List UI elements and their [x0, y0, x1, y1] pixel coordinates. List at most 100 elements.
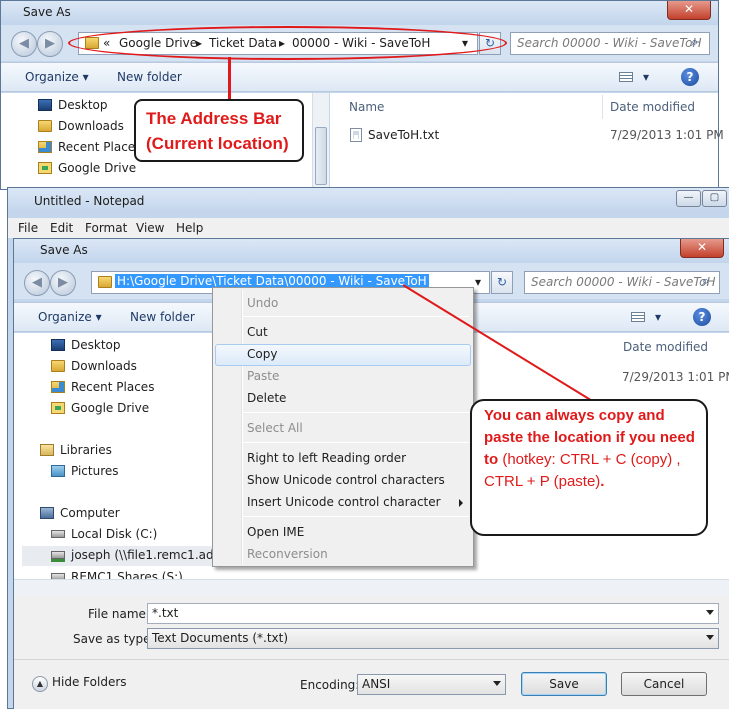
top-help-icon[interactable]: ? — [681, 68, 699, 86]
menu-format[interactable]: Format — [85, 221, 127, 235]
address-text-selected[interactable]: H:\Google Drive\Ticket Data\00000 - Wiki… — [115, 274, 429, 288]
top-organize-button[interactable]: Organize ▾ — [25, 70, 89, 84]
views-dropdown-icon[interactable]: ▾ — [655, 310, 661, 324]
menu-view[interactable]: View — [136, 221, 164, 235]
cancel-button[interactable]: Cancel — [621, 672, 707, 696]
top-search-input[interactable]: Search 00000 - Wiki - SaveToH — [510, 32, 710, 55]
context-menu-copy[interactable]: Copy — [247, 347, 277, 361]
nav-label: Computer — [60, 506, 120, 520]
context-menu-delete[interactable]: Delete — [247, 391, 286, 405]
context-menu-insert-unicode[interactable]: Insert Unicode control character — [247, 495, 441, 509]
menu-help[interactable]: Help — [176, 221, 203, 235]
hide-folders-button[interactable]: ▲ Hide Folders — [32, 675, 127, 692]
network-drive-icon — [51, 551, 65, 559]
top-column-divider — [602, 95, 603, 119]
nav-item-recent-places[interactable]: Recent Places — [51, 380, 154, 394]
file-name-dropdown-icon[interactable] — [706, 610, 714, 615]
nav-item-downloads[interactable]: Downloads — [51, 359, 137, 373]
file-name-input[interactable]: *.txt — [147, 603, 719, 624]
nav-label: Local Disk (C:) — [71, 527, 158, 541]
computer-icon — [40, 507, 54, 519]
google-drive-icon — [38, 162, 52, 174]
search-input[interactable]: Search 00000 - Wiki - SaveToH — [524, 271, 720, 294]
desktop-icon — [51, 339, 65, 351]
top-file-row[interactable]: SaveToH.txt — [350, 128, 439, 142]
forward-icon[interactable]: ▶ — [50, 270, 76, 296]
hide-folders-label: Hide Folders — [52, 675, 127, 689]
copy-paste-callout-hotkeys: (hotkey: CTRL + C (copy) , CTRL + P (pas… — [484, 451, 681, 490]
recent-places-icon — [38, 141, 52, 153]
recent-places-icon — [51, 381, 65, 393]
top-nav-scrollbar-thumb[interactable] — [315, 127, 327, 185]
notepad-maximize-button[interactable]: ▢ — [702, 190, 727, 207]
nav-label: joseph (\\file1.remc1.adren — [71, 548, 234, 562]
context-menu-cut[interactable]: Cut — [247, 325, 268, 339]
context-menu-select-all[interactable]: Select All — [247, 421, 303, 435]
save-as-type-label: Save as type: — [73, 632, 155, 646]
top-nav-item-desktop[interactable]: Desktop — [38, 98, 108, 112]
context-menu-paste[interactable]: Paste — [247, 369, 279, 383]
new-folder-button[interactable]: New folder — [130, 310, 195, 324]
context-menu-reconversion[interactable]: Reconversion — [247, 547, 328, 561]
top-back-icon[interactable]: ◀ — [11, 31, 37, 57]
nav-item-desktop[interactable]: Desktop — [51, 338, 121, 352]
nav-item-computer[interactable]: Computer — [40, 506, 120, 520]
top-forward-icon[interactable]: ▶ — [37, 31, 63, 57]
address-dropdown-icon[interactable]: ▾ — [475, 275, 481, 289]
save-as-type-select[interactable]: Text Documents (*.txt) — [147, 628, 719, 649]
notepad-titlebar[interactable]: Untitled - Notepad — ▢ — [8, 188, 729, 213]
context-menu-rtl-reading-order[interactable]: Right to left Reading order — [247, 451, 406, 465]
dialog-titlebar[interactable]: Save As ✕ — [14, 239, 729, 263]
save-button[interactable]: Save — [521, 672, 607, 696]
top-views-icon[interactable] — [619, 72, 633, 82]
top-column-date[interactable]: Date modified — [610, 100, 695, 114]
top-organize-dropdown-icon: ▾ — [82, 70, 89, 84]
top-dialog-close-button[interactable]: ✕ — [667, 1, 711, 20]
save-as-type-dropdown-icon[interactable] — [706, 635, 714, 640]
notepad-minimize-button[interactable]: — — [676, 190, 701, 207]
views-icon[interactable] — [631, 312, 645, 322]
nav-item-google-drive[interactable]: Google Drive — [51, 401, 149, 415]
downloads-folder-icon — [51, 360, 65, 372]
nav-label: Desktop — [71, 338, 121, 352]
top-search-icon: ⌕ — [691, 35, 699, 50]
help-icon[interactable]: ? — [693, 308, 711, 326]
column-date[interactable]: Date modified — [623, 340, 708, 354]
top-nav-item-downloads[interactable]: Downloads — [38, 119, 124, 133]
context-menu-open-ime[interactable]: Open IME — [247, 525, 304, 539]
context-menu-separator — [243, 442, 469, 443]
top-new-folder-button[interactable]: New folder — [117, 70, 182, 84]
organize-button[interactable]: Organize ▾ — [38, 310, 102, 324]
top-nav-label: Desktop — [58, 98, 108, 112]
google-drive-icon — [51, 402, 65, 414]
top-nav-item-google-drive[interactable]: Google Drive — [38, 161, 136, 175]
nav-item-libraries[interactable]: Libraries — [40, 443, 112, 457]
top-dialog-titlebar[interactable]: Save As ✕ — [1, 1, 718, 25]
horizontal-scrollbar[interactable] — [14, 579, 729, 595]
encoding-label: Encoding: — [300, 678, 360, 692]
encoding-select[interactable]: ANSI — [357, 674, 506, 695]
notepad-title: Untitled - Notepad — [34, 194, 145, 208]
menu-edit[interactable]: Edit — [50, 221, 73, 235]
file-date: 7/29/2013 1:01 PM — [622, 370, 729, 384]
menu-file[interactable]: File — [18, 221, 38, 235]
back-icon[interactable]: ◀ — [24, 270, 50, 296]
form-divider — [14, 659, 729, 660]
context-menu-show-unicode[interactable]: Show Unicode control characters — [247, 473, 445, 487]
top-dialog-toolbar: Organize ▾ New folder ▾ ? — [1, 62, 718, 92]
top-column-name[interactable]: Name — [349, 100, 384, 114]
top-dialog-title: Save As — [23, 5, 71, 19]
context-menu-undo[interactable]: Undo — [247, 296, 278, 310]
nav-item-pictures[interactable]: Pictures — [51, 464, 119, 478]
top-annotation-pointer — [228, 57, 231, 101]
address-bar-callout-text: The Address Bar (Current location) — [146, 109, 289, 153]
context-menu-separator — [243, 412, 469, 413]
top-nav-scrollbar[interactable] — [312, 93, 329, 189]
top-nav-item-recent-places[interactable]: Recent Places — [38, 140, 141, 154]
dialog-close-button[interactable]: ✕ — [680, 239, 724, 258]
refresh-icon[interactable]: ↻ — [491, 271, 513, 294]
top-views-dropdown-icon[interactable]: ▾ — [643, 70, 649, 84]
nav-item-local-disk[interactable]: Local Disk (C:) — [51, 527, 157, 541]
encoding-dropdown-icon[interactable] — [493, 681, 501, 686]
organize-dropdown-icon: ▾ — [95, 310, 102, 324]
